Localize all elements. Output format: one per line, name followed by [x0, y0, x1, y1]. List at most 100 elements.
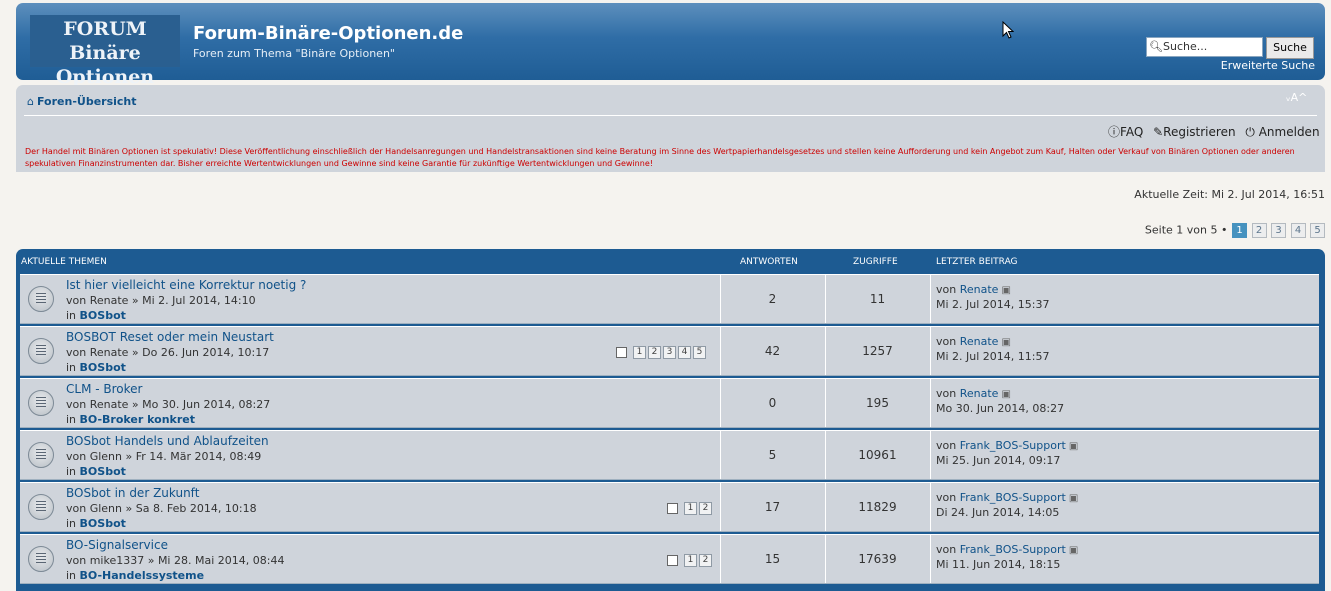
- topic-list: AKTUELLE THEMEN ANTWORTEN ZUGRIFFE LETZT…: [16, 249, 1325, 591]
- topic-page-link[interactable]: 3: [663, 346, 676, 359]
- last-post-prefix: von: [936, 491, 957, 504]
- topic-title[interactable]: BOSbot in der Zukunft: [66, 486, 199, 500]
- topic-page-link[interactable]: 4: [678, 346, 691, 359]
- column-divider: [930, 275, 931, 323]
- site-title[interactable]: Forum-Binäre-Optionen.de: [193, 23, 463, 44]
- topic-row: Ist hier vielleicht eine Korrektur noeti…: [20, 274, 1319, 324]
- logo-line2: Binäre Optionen: [55, 42, 155, 88]
- last-post-author-line: von Renate ▣: [936, 335, 1011, 348]
- topic-read-icon: [28, 390, 54, 416]
- page-link-3[interactable]: 3: [1271, 223, 1286, 238]
- page-link-5[interactable]: 5: [1310, 223, 1325, 238]
- advanced-search-link[interactable]: Erweiterte Suche: [1206, 59, 1315, 72]
- register-icon: ✎: [1153, 125, 1164, 139]
- topic-title[interactable]: BOSbot Handels und Ablaufzeiten: [66, 434, 269, 448]
- search-icon: 🔍︎: [1149, 40, 1163, 53]
- topic-forum-link[interactable]: BO-Handelssysteme: [80, 569, 205, 582]
- last-post-prefix: von: [936, 335, 957, 348]
- topic-title[interactable]: BOSBOT Reset oder mein Neustart: [66, 330, 274, 344]
- login-label: Anmelden: [1258, 125, 1320, 139]
- topic-pagination: 12345: [616, 346, 706, 359]
- topic-read-icon: [28, 442, 54, 468]
- power-icon: ⏻: [1245, 125, 1255, 139]
- topic-title[interactable]: CLM - Broker: [66, 382, 142, 396]
- page-link-2[interactable]: 2: [1251, 223, 1267, 238]
- topic-replies: 42: [764, 344, 781, 358]
- last-post-author[interactable]: Frank_BOS-Support: [960, 543, 1066, 556]
- faq-label: FAQ: [1120, 125, 1144, 139]
- last-post-author-line: von Frank_BOS-Support ▣: [936, 439, 1078, 452]
- topic-page-link[interactable]: 2: [699, 554, 712, 567]
- search-input[interactable]: 🔍︎ Suche...: [1146, 37, 1263, 57]
- logo-line1: FORUM: [63, 18, 147, 40]
- topic-views: 11829: [858, 500, 897, 514]
- page-link-1[interactable]: 1: [1232, 223, 1247, 238]
- topic-forum-line: in BOSbot: [66, 361, 126, 374]
- last-post-author[interactable]: Renate: [960, 387, 999, 400]
- goto-last-post-icon[interactable]: ▣: [1001, 285, 1010, 296]
- pagination: Seite 1 von 5 • 1 2 3 4 5: [1145, 223, 1325, 238]
- topic-page-link[interactable]: 1: [684, 554, 697, 567]
- pages-icon: [667, 503, 678, 514]
- topic-in-label: in: [66, 361, 77, 374]
- last-post-time: Mi 2. Jul 2014, 15:37: [936, 298, 1050, 311]
- goto-last-post-icon[interactable]: ▣: [1069, 545, 1078, 556]
- register-link[interactable]: ✎Registrieren: [1153, 125, 1235, 139]
- header-views: ZUGRIFFE: [853, 257, 898, 267]
- topic-meta: von Glenn » Fr 14. Mär 2014, 08:49: [66, 450, 262, 463]
- topic-views: 10961: [858, 448, 897, 462]
- topic-read-icon: [28, 494, 54, 520]
- topic-views: 17639: [858, 552, 897, 566]
- topic-page-link[interactable]: 1: [633, 346, 646, 359]
- last-post-prefix: von: [936, 439, 957, 452]
- last-post-author-line: von Renate ▣: [936, 387, 1011, 400]
- disclaimer-text: Der Handel mit Binären Optionen ist spek…: [25, 147, 1295, 168]
- last-post-author[interactable]: Renate: [960, 335, 999, 348]
- search-button[interactable]: Suche: [1266, 37, 1314, 59]
- goto-last-post-icon[interactable]: ▣: [1001, 389, 1010, 400]
- topic-page-link[interactable]: 2: [699, 502, 712, 515]
- goto-last-post-icon[interactable]: ▣: [1069, 493, 1078, 504]
- topic-in-label: in: [66, 465, 77, 478]
- current-time: Aktuelle Zeit: Mi 2. Jul 2014, 16:51: [1134, 188, 1325, 201]
- topic-pagination: 12: [667, 554, 712, 567]
- font-size-toggle[interactable]: ᵥA^: [1286, 91, 1307, 104]
- breadcrumb[interactable]: ⌂ Foren-Übersicht: [27, 95, 137, 108]
- pages-icon: [616, 347, 627, 358]
- topic-page-link[interactable]: 2: [648, 346, 661, 359]
- column-divider: [930, 535, 931, 583]
- login-link[interactable]: ⏻ Anmelden: [1245, 125, 1319, 139]
- topic-forum-link[interactable]: BOSbot: [80, 465, 126, 478]
- topic-page-link[interactable]: 5: [693, 346, 706, 359]
- goto-last-post-icon[interactable]: ▣: [1069, 441, 1078, 452]
- topic-title[interactable]: BO-Signalservice: [66, 538, 168, 552]
- topic-forum-line: in BO-Broker konkret: [66, 413, 195, 426]
- breadcrumb-label: Foren-Übersicht: [36, 95, 137, 108]
- topic-meta: von mike1337 » Mi 28. Mai 2014, 08:44: [66, 554, 285, 567]
- topic-forum-line: in BOSbot: [66, 309, 126, 322]
- topic-row: BOSbot Handels und Ablaufzeiten von Glenn…: [20, 430, 1319, 480]
- topic-in-label: in: [66, 413, 77, 426]
- goto-last-post-icon[interactable]: ▣: [1001, 337, 1010, 348]
- last-post-author[interactable]: Frank_BOS-Support: [960, 439, 1066, 452]
- last-post-author[interactable]: Renate: [960, 283, 999, 296]
- column-divider: [930, 483, 931, 531]
- topic-title[interactable]: Ist hier vielleicht eine Korrektur noeti…: [66, 278, 306, 292]
- mouse-cursor-icon: [1002, 21, 1014, 39]
- faq-link[interactable]: ⓘFAQ: [1108, 125, 1143, 139]
- topic-row: BO-Signalservice von mike1337 » Mi 28. Ma…: [20, 534, 1319, 584]
- last-post-author[interactable]: Frank_BOS-Support: [960, 491, 1066, 504]
- page-link-4[interactable]: 4: [1290, 223, 1306, 238]
- topic-forum-line: in BO-Handelssysteme: [66, 569, 204, 582]
- topic-forum-link[interactable]: BOSbot: [80, 517, 126, 530]
- topic-forum-link[interactable]: BOSbot: [80, 309, 126, 322]
- topic-forum-link[interactable]: BO-Broker konkret: [80, 413, 195, 426]
- topic-page-link[interactable]: 1: [684, 502, 697, 515]
- last-post-author-line: von Frank_BOS-Support ▣: [936, 491, 1078, 504]
- topic-in-label: in: [66, 517, 77, 530]
- navbar-divider: [24, 115, 1317, 116]
- topic-forum-link[interactable]: BOSbot: [80, 361, 126, 374]
- last-post-prefix: von: [936, 387, 957, 400]
- forum-logo[interactable]: FORUM Binäre Optionen: [30, 15, 180, 88]
- topic-replies: 15: [764, 552, 781, 566]
